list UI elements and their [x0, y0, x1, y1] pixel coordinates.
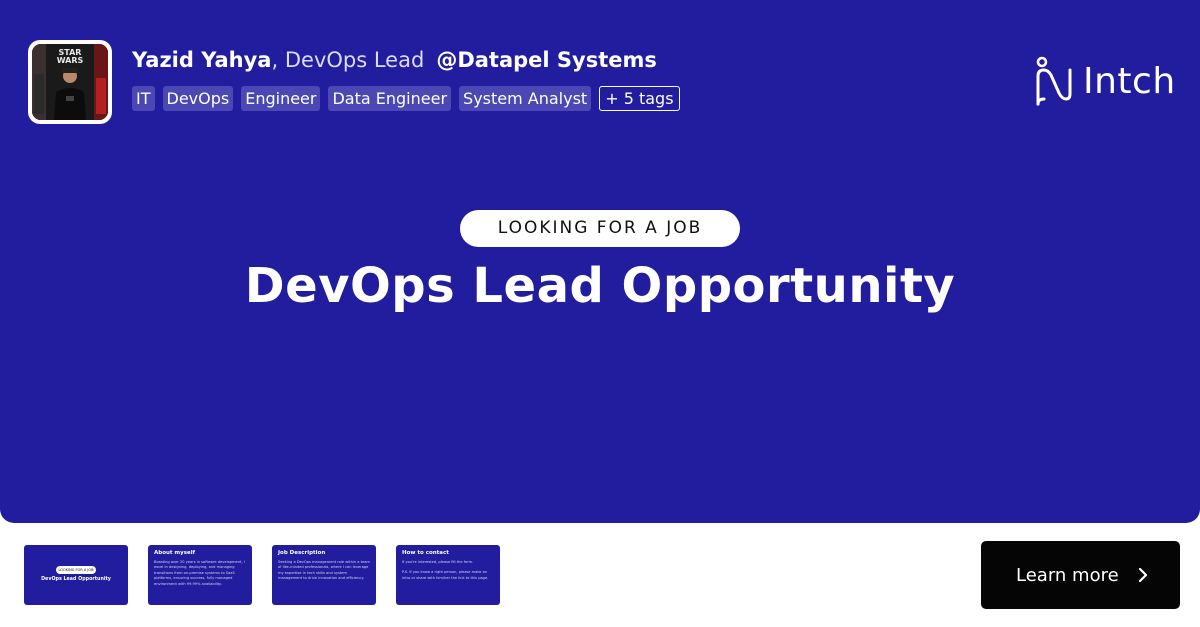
thumbnail-contact[interactable]: How to contact If you're interested, ple… — [396, 545, 500, 605]
more-tags-badge[interactable]: + 5 tags — [599, 86, 680, 111]
tag: Engineer — [241, 86, 321, 111]
status-badge: LOOKING FOR A JOB — [460, 210, 740, 247]
intch-logo-icon — [1036, 56, 1072, 106]
tag: DevOps — [162, 86, 234, 111]
thumbnail-body-line: P.S. If you know a right person, please … — [402, 570, 489, 580]
avatar-photo: STAR WARS — [32, 44, 108, 120]
thumbnail-title: How to contact — [402, 550, 449, 556]
avatar: STAR WARS — [28, 40, 112, 124]
learn-more-button[interactable]: Learn more — [981, 541, 1180, 609]
slide-thumbnails: LOOKING FOR A JOB DevOps Lead Opportunit… — [24, 545, 500, 605]
tag: IT — [132, 86, 155, 111]
hero-card: STAR WARS Yazid Yahya , DevOps Lead @Dat… — [0, 0, 1200, 523]
author-company: @Datapel Systems — [436, 48, 657, 72]
thumbnail-status-pill: LOOKING FOR A JOB — [56, 566, 96, 574]
thumbnail-about[interactable]: About myself Boasting over 20 years in s… — [148, 545, 252, 605]
tag: System Analyst — [459, 86, 592, 111]
brand-name: Intch — [1083, 60, 1176, 102]
author-name: Yazid Yahya — [132, 48, 272, 72]
thumbnail-cover[interactable]: LOOKING FOR A JOB DevOps Lead Opportunit… — [24, 545, 128, 605]
profile-photo-icon: STAR WARS — [32, 44, 108, 120]
svg-text:WARS: WARS — [57, 56, 84, 65]
learn-more-label: Learn more — [1016, 564, 1119, 586]
thumbnail-title: Job Description — [278, 550, 326, 556]
chevron-right-icon — [1138, 567, 1147, 583]
author-role-text: DevOps Lead — [284, 48, 425, 72]
author-line: Yazid Yahya , DevOps Lead @Datapel Syste… — [132, 48, 657, 78]
thumbnail-body: Boasting over 20 years in software devel… — [154, 560, 245, 586]
thumbnail-job-description[interactable]: Job Description Seeking a DevOps managem… — [272, 545, 376, 605]
tag: Data Engineer — [328, 86, 452, 111]
page-title: DevOps Lead Opportunity — [244, 258, 956, 314]
thumbnail-body: If you're interested, please fill the fo… — [402, 560, 494, 581]
brand-logo[interactable]: Intch — [1035, 56, 1176, 106]
author-separator: , — [271, 48, 279, 72]
thumbnail-headline: DevOps Lead Opportunity — [41, 577, 111, 582]
thumbnail-title: About myself — [154, 550, 196, 556]
author-role: DevOps Lead — [278, 48, 424, 72]
tag-list: IT DevOps Engineer Data Engineer System … — [132, 86, 680, 111]
thumbnail-body: Seeking a DevOps management role within … — [278, 560, 370, 581]
